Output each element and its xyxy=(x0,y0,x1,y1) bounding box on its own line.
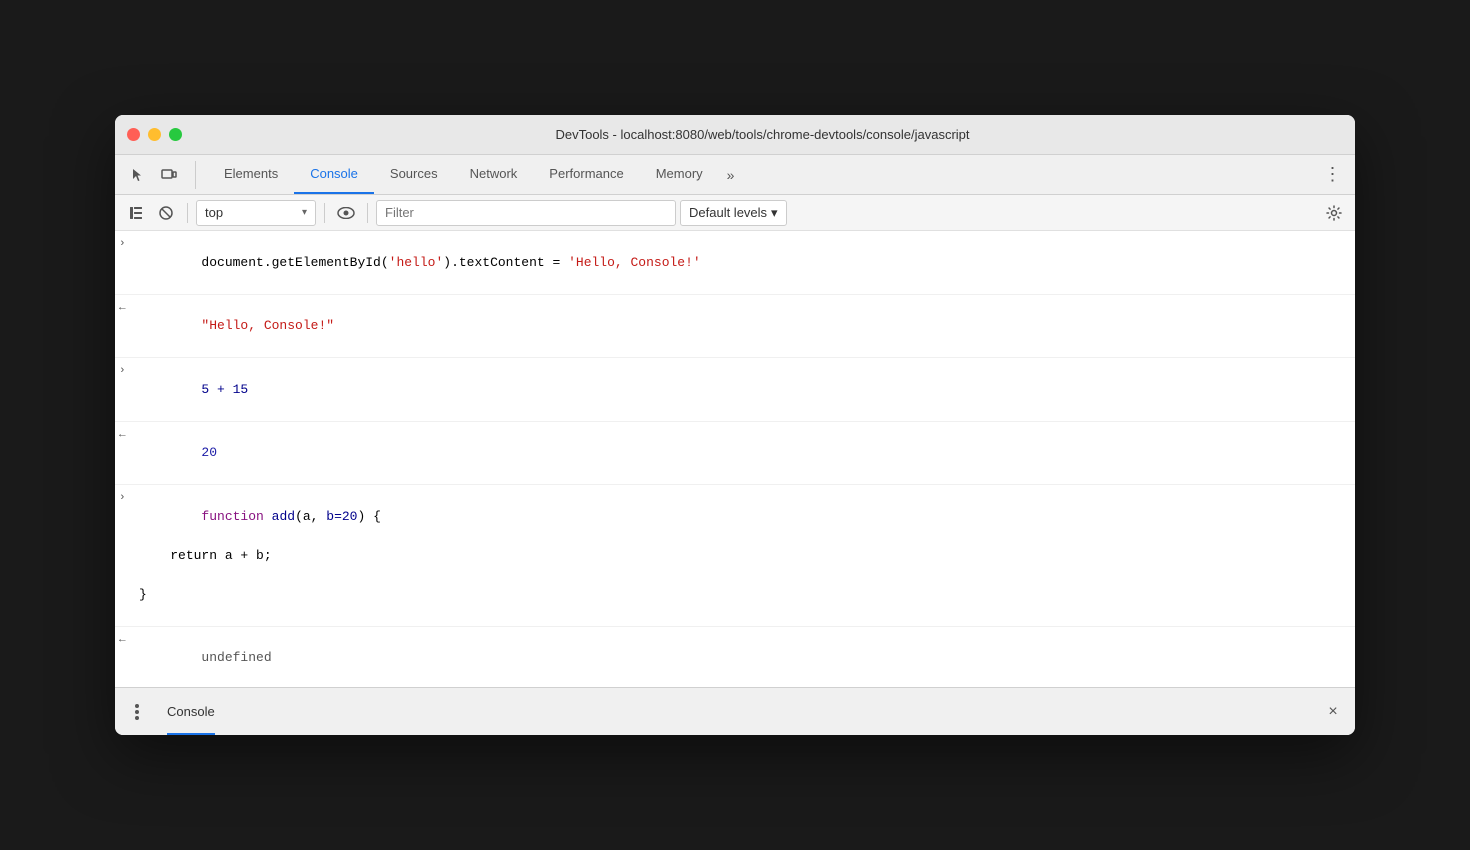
toolbar-divider-2 xyxy=(324,203,325,223)
input-arrow: › xyxy=(119,489,139,507)
console-entry: › 5 + 15 xyxy=(115,358,1355,422)
entry-content: document.getElementById('hello').textCon… xyxy=(139,233,1347,292)
entry-content: undefined xyxy=(139,629,1347,688)
console-entry: ← undefined xyxy=(115,627,1355,688)
output-arrow: ← xyxy=(119,631,139,649)
tab-console[interactable]: Console xyxy=(294,155,374,194)
drawer-menu-button[interactable] xyxy=(123,698,151,726)
cursor-icon[interactable] xyxy=(123,161,151,189)
bottom-drawer: Console × xyxy=(115,687,1355,735)
dot xyxy=(135,710,139,714)
entry-content: 5 + 15 xyxy=(139,360,1347,419)
eye-button[interactable] xyxy=(333,200,359,226)
tab-performance[interactable]: Performance xyxy=(533,155,639,194)
entry-content: "Hello, Console!" xyxy=(139,297,1347,356)
output-arrow: ← xyxy=(119,426,139,444)
tab-icons xyxy=(123,161,196,189)
dot xyxy=(135,716,139,720)
tab-bar: Elements Console Sources Network Perform… xyxy=(115,155,1355,195)
more-tabs-button[interactable]: » xyxy=(719,167,743,183)
toolbar-divider-1 xyxy=(187,203,188,223)
drawer-console-tab[interactable]: Console xyxy=(151,688,231,735)
levels-selector[interactable]: Default levels ▾ xyxy=(680,200,787,226)
input-arrow: › xyxy=(119,235,139,253)
console-toolbar: top ▾ Default levels ▾ xyxy=(115,195,1355,231)
drawer-close-button[interactable]: × xyxy=(1319,698,1347,726)
tab-sources[interactable]: Sources xyxy=(374,155,454,194)
drawer-tab-underline xyxy=(167,733,215,735)
window-title: DevTools - localhost:8080/web/tools/chro… xyxy=(182,127,1343,142)
entry-content: function add(a, b=20) { return a + b; } xyxy=(139,487,1347,624)
maximize-button[interactable] xyxy=(169,128,182,141)
tab-memory[interactable]: Memory xyxy=(640,155,719,194)
block-icon[interactable] xyxy=(153,200,179,226)
console-entry: › function add(a, b=20) { return a + b; … xyxy=(115,485,1355,627)
output-arrow: ← xyxy=(119,299,139,317)
tabs: Elements Console Sources Network Perform… xyxy=(208,155,764,194)
console-entry: › document.getElementById('hello').textC… xyxy=(115,231,1355,295)
input-arrow: › xyxy=(119,362,139,380)
console-entry: ← "Hello, Console!" xyxy=(115,295,1355,359)
device-icon[interactable] xyxy=(155,161,183,189)
settings-button[interactable] xyxy=(1321,200,1347,226)
entry-content: 20 xyxy=(139,424,1347,483)
title-bar: DevTools - localhost:8080/web/tools/chro… xyxy=(115,115,1355,155)
console-entry: ← 20 xyxy=(115,422,1355,486)
filter-input[interactable] xyxy=(376,200,676,226)
tab-elements[interactable]: Elements xyxy=(208,155,294,194)
console-output[interactable]: › document.getElementById('hello').textC… xyxy=(115,231,1355,687)
clear-console-button[interactable] xyxy=(123,200,149,226)
traffic-lights xyxy=(127,128,182,141)
minimize-button[interactable] xyxy=(148,128,161,141)
devtools-menu-button[interactable]: ⋮ xyxy=(1319,161,1347,189)
tab-network[interactable]: Network xyxy=(454,155,534,194)
toolbar-divider-3 xyxy=(367,203,368,223)
close-button[interactable] xyxy=(127,128,140,141)
devtools-window: DevTools - localhost:8080/web/tools/chro… xyxy=(115,115,1355,735)
context-selector[interactable]: top ▾ xyxy=(196,200,316,226)
dot xyxy=(135,704,139,708)
